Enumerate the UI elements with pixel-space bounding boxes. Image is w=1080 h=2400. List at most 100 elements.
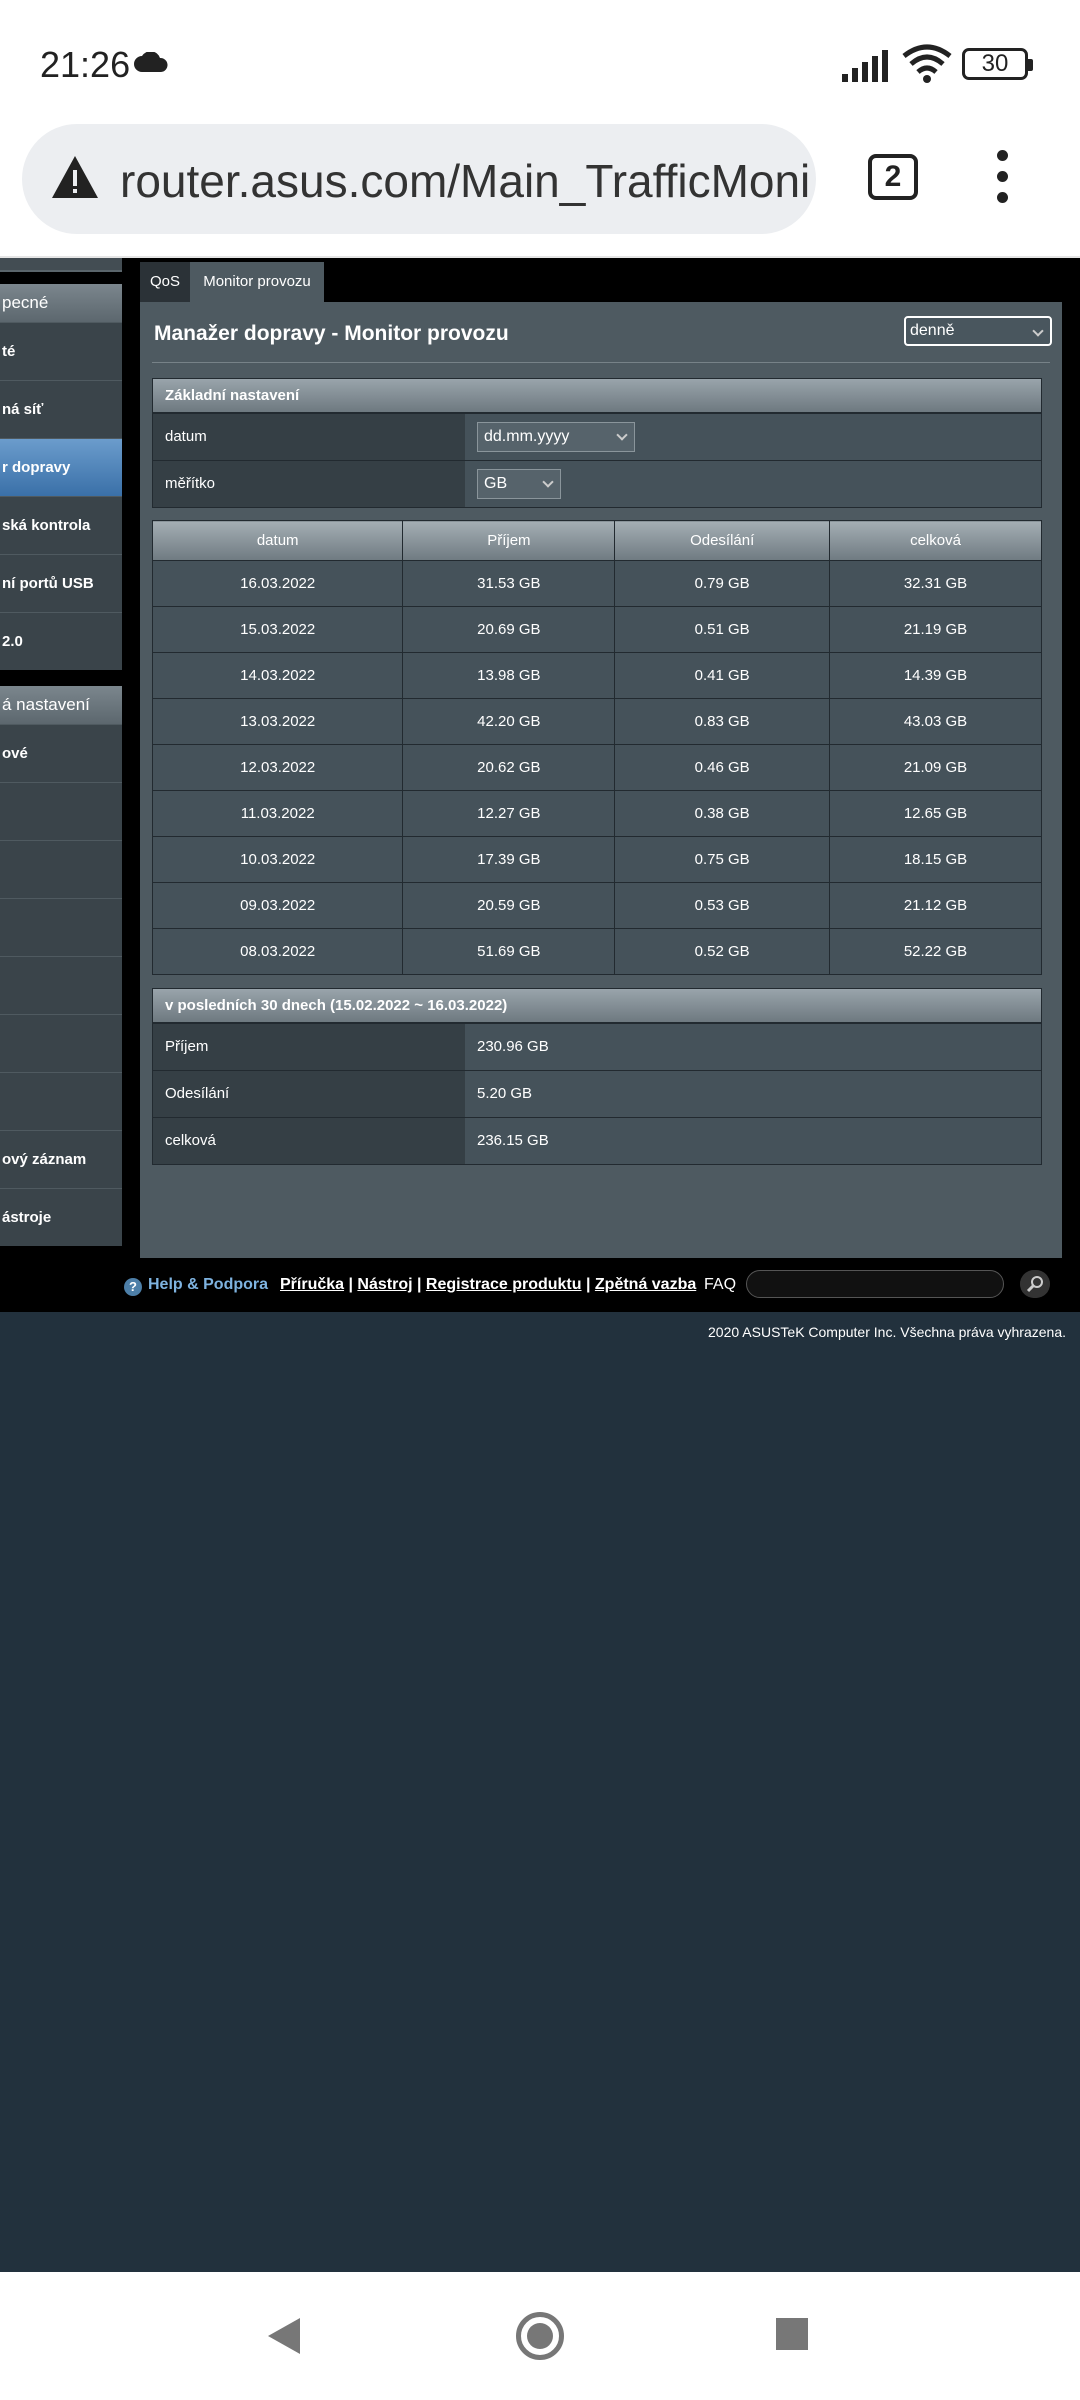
cell-date: 12.03.2022 xyxy=(151,744,404,791)
cell-total: 52.22 GB xyxy=(829,928,1042,975)
page-title: Manažer dopravy - Monitor provozu xyxy=(154,322,509,345)
table-row: 09.03.2022 20.59 GB 0.53 GB 21.12 GB xyxy=(151,882,1042,929)
cell-received: 17.39 GB xyxy=(402,836,616,883)
help-icon[interactable]: ? xyxy=(124,1278,142,1296)
footer-links: Příručka | Nástroj | Registrace produktu… xyxy=(280,1276,697,1293)
summary-rx-value: 230.96 GB xyxy=(465,1024,1041,1070)
sidebar-item-1[interactable]: té xyxy=(0,322,122,380)
home-icon[interactable] xyxy=(516,2312,564,2360)
more-menu-icon[interactable] xyxy=(992,150,1012,204)
sidebar-item-4[interactable]: ská kontrola xyxy=(0,496,122,554)
cell-received: 20.62 GB xyxy=(402,744,616,791)
copyright: 2020 ASUSTeK Computer Inc. Všechna práva… xyxy=(708,1324,1066,1340)
cell-total: 12.65 GB xyxy=(829,790,1042,837)
date-row: datum dd.mm.yyyy xyxy=(153,413,1041,460)
sidebar-item-6[interactable]: 2.0 xyxy=(0,612,122,670)
url-text[interactable]: router.asus.com/Main_TrafficMoni xyxy=(120,154,810,208)
sidebar-adv-item-3[interactable] xyxy=(0,840,122,898)
sidebar-adv-item-1[interactable]: ové xyxy=(0,724,122,782)
sidebar-adv-item-tools[interactable]: ástroje xyxy=(0,1188,122,1246)
cell-received: 20.69 GB xyxy=(402,606,616,653)
table-row: 16.03.2022 31.53 GB 0.79 GB 32.31 GB xyxy=(151,560,1042,607)
sidebar-item-traffic-manager[interactable]: r dopravy xyxy=(0,438,122,496)
period-select-value: denně xyxy=(910,322,955,339)
col-header-total: celková xyxy=(829,520,1042,561)
sidebar-top-strip xyxy=(0,258,122,272)
sidebar-adv-item-2[interactable] xyxy=(0,782,122,840)
col-header-sent: Odesílání xyxy=(614,520,831,561)
table-row: 11.03.2022 12.27 GB 0.38 GB 12.65 GB xyxy=(151,790,1042,837)
cell-total: 21.12 GB xyxy=(829,882,1042,929)
feedback-link[interactable]: Zpětná vazba xyxy=(595,1276,696,1293)
table-row: 15.03.2022 20.69 GB 0.51 GB 21.19 GB xyxy=(151,606,1042,653)
cell-sent: 0.79 GB xyxy=(614,560,831,607)
url-bar[interactable]: router.asus.com/Main_TrafficMoni xyxy=(22,124,816,234)
date-select-value: dd.mm.yyyy xyxy=(484,428,570,445)
faq-search-input[interactable] xyxy=(746,1270,1004,1298)
cell-date: 16.03.2022 xyxy=(151,560,404,607)
scale-value-cell: GB xyxy=(465,461,1041,507)
traffic-table: datum Příjem Odesílání celková 16.03.202… xyxy=(151,520,1042,975)
clock: 21:26 xyxy=(40,44,131,85)
period-select[interactable]: denně xyxy=(904,316,1052,346)
search-icon[interactable] xyxy=(1020,1270,1050,1298)
cell-sent: 0.41 GB xyxy=(614,652,831,699)
chevron-down-icon xyxy=(616,429,628,441)
back-icon[interactable] xyxy=(266,2316,302,2356)
tab-switcher-button[interactable]: 2 xyxy=(868,154,918,200)
sidebar-adv-item-4[interactable] xyxy=(0,898,122,956)
sidebar-adv-item-6[interactable] xyxy=(0,1014,122,1072)
cell-sent: 0.51 GB xyxy=(614,606,831,653)
summary-header: v posledních 30 dnech (15.02.2022 ~ 16.0… xyxy=(153,989,1041,1023)
recent-apps-icon[interactable] xyxy=(776,2318,808,2350)
tab-qos[interactable]: QoS xyxy=(140,262,190,302)
chevron-down-icon xyxy=(1032,325,1044,337)
table-row: 13.03.2022 42.20 GB 0.83 GB 43.03 GB xyxy=(151,698,1042,745)
help-support-link[interactable]: Help & Podpora xyxy=(148,1276,268,1294)
scale-row: měřítko GB xyxy=(153,460,1041,507)
cell-sent: 0.53 GB xyxy=(614,882,831,929)
summary-rx-row: Příjem 230.96 GB xyxy=(153,1023,1041,1070)
cell-sent: 0.83 GB xyxy=(614,698,831,745)
battery-indicator: 30 xyxy=(962,48,1033,80)
cell-total: 18.15 GB xyxy=(829,836,1042,883)
cell-date: 13.03.2022 xyxy=(151,698,404,745)
cell-date: 15.03.2022 xyxy=(151,606,404,653)
tab-traffic-monitor[interactable]: Monitor provozu xyxy=(190,262,324,302)
sidebar-item-5[interactable]: ní portů USB xyxy=(0,554,122,612)
sidebar-adv-item-system-log[interactable]: ový záznam xyxy=(0,1130,122,1188)
cell-date: 08.03.2022 xyxy=(151,928,404,975)
sidebar-adv-item-5[interactable] xyxy=(0,956,122,1014)
basic-settings-box: Základní nastavení datum dd.mm.yyyy měří… xyxy=(152,378,1042,508)
android-nav-bar xyxy=(0,2272,1080,2400)
table-header-row: datum Příjem Odesílání celková xyxy=(151,520,1042,561)
router-page: pecné té ná síť r dopravy ská kontrola n… xyxy=(0,258,1080,1312)
sidebar-adv-item-7[interactable] xyxy=(0,1072,122,1130)
date-value-cell: dd.mm.yyyy xyxy=(465,414,1041,460)
scale-label: měřítko xyxy=(153,461,465,507)
manual-link[interactable]: Příručka xyxy=(280,1276,344,1293)
cell-date: 10.03.2022 xyxy=(151,836,404,883)
col-header-received: Příjem xyxy=(402,520,616,561)
sidebar-item-2[interactable]: ná síť xyxy=(0,380,122,438)
warning-icon[interactable] xyxy=(50,154,100,200)
utility-link[interactable]: Nástroj xyxy=(357,1276,412,1293)
summary-total-value: 236.15 GB xyxy=(465,1118,1041,1164)
sidebar-group-advanced: á nastavení xyxy=(0,686,122,724)
status-bar: 21:26 30 xyxy=(0,0,1080,120)
cell-total: 14.39 GB xyxy=(829,652,1042,699)
cell-total: 43.03 GB xyxy=(829,698,1042,745)
cell-date: 11.03.2022 xyxy=(151,790,404,837)
summary-total-label: celková xyxy=(153,1118,465,1164)
date-select[interactable]: dd.mm.yyyy xyxy=(477,422,635,452)
table-row: 08.03.2022 51.69 GB 0.52 GB 52.22 GB xyxy=(151,928,1042,975)
cell-received: 20.59 GB xyxy=(402,882,616,929)
product-registration-link[interactable]: Registrace produktu xyxy=(426,1276,582,1293)
cell-date: 09.03.2022 xyxy=(151,882,404,929)
main-panel: Manažer dopravy - Monitor provozu denně … xyxy=(140,302,1062,1258)
cell-sent: 0.38 GB xyxy=(614,790,831,837)
col-header-date: datum xyxy=(151,520,404,561)
faq-label: FAQ xyxy=(704,1276,737,1293)
scale-select[interactable]: GB xyxy=(477,469,561,499)
cell-sent: 0.52 GB xyxy=(614,928,831,975)
